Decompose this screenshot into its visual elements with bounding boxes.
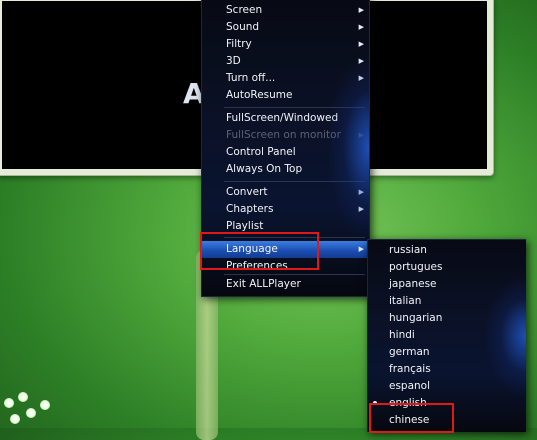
menu-item-3d[interactable]: 3D ▶ (202, 53, 369, 70)
menu-item-label: Sound (226, 21, 260, 33)
language-label: français (389, 363, 431, 375)
menu-item-turn-off[interactable]: Turn off... ▶ (202, 70, 369, 87)
menu-item-fullscreen-windowed[interactable]: FullScreen/Windowed (202, 110, 369, 127)
menu-item-autoresume[interactable]: AutoResume (202, 87, 369, 104)
selected-bullet-icon (373, 401, 377, 405)
menu-item-label: 3D (226, 55, 241, 67)
submenu-arrow-icon: ▶ (358, 57, 364, 65)
language-item-portugues[interactable]: portugues (368, 259, 526, 276)
language-submenu: russian portugues japanese italian hunga… (367, 239, 526, 432)
menu-item-label: Turn off... (226, 72, 276, 84)
menu-item-label: Exit ALLPlayer (226, 278, 301, 290)
menu-item-label: FullScreen on monitor (226, 129, 341, 141)
language-label: espanol (389, 380, 431, 392)
menu-item-label: Convert (226, 186, 268, 198)
menu-separator (224, 107, 365, 108)
language-label: italian (389, 295, 422, 307)
language-label: portugues (389, 261, 443, 273)
menu-item-label: AutoResume (226, 89, 293, 101)
menu-item-always-on-top[interactable]: Always On Top (202, 161, 369, 178)
language-item-japanese[interactable]: japanese (368, 276, 526, 293)
language-item-hindi[interactable]: hindi (368, 327, 526, 344)
menu-item-sound[interactable]: Sound ▶ (202, 19, 369, 36)
menu-item-filtry[interactable]: Filtry ▶ (202, 36, 369, 53)
language-label: german (389, 346, 430, 358)
language-item-francais[interactable]: français (368, 361, 526, 378)
language-label: japanese (389, 278, 437, 290)
language-item-espanol[interactable]: espanol (368, 378, 526, 395)
language-item-hungarian[interactable]: hungarian (368, 310, 526, 327)
context-menu: Screen ▶ Sound ▶ Filtry ▶ 3D ▶ Turn off.… (201, 0, 370, 297)
menu-item-label: Always On Top (226, 163, 303, 175)
menu-item-chapters[interactable]: Chapters ▶ (202, 201, 369, 218)
menu-item-label: FullScreen/Windowed (226, 112, 339, 124)
language-item-chinese[interactable]: chinese (368, 412, 526, 429)
language-item-russian[interactable]: russian (368, 242, 526, 259)
menu-item-label: Screen (226, 4, 263, 16)
wallpaper-flowers (0, 390, 80, 430)
menu-item-label: Chapters (226, 203, 274, 215)
menu-separator (224, 237, 365, 238)
menu-separator (224, 274, 365, 275)
menu-item-language[interactable]: Language ▶ (202, 241, 369, 258)
submenu-arrow-icon: ▶ (358, 188, 364, 196)
menu-item-fullscreen-on-monitor: FullScreen on monitor ▶ (202, 127, 369, 144)
menu-item-label: Filtry (226, 38, 252, 50)
language-label: english (389, 397, 427, 409)
menu-item-label: Preferences (226, 260, 288, 272)
language-item-german[interactable]: german (368, 344, 526, 361)
menu-item-label: Control Panel (226, 146, 296, 158)
submenu-arrow-icon: ▶ (358, 74, 364, 82)
language-label: hindi (389, 329, 415, 341)
menu-item-playlist[interactable]: Playlist (202, 218, 369, 235)
menu-item-preferences[interactable]: Preferences (202, 258, 369, 275)
language-label: chinese (389, 414, 430, 426)
menu-item-exit[interactable]: Exit ALLPlayer (202, 276, 369, 293)
submenu-arrow-icon: ▶ (358, 6, 364, 14)
submenu-arrow-icon: ▶ (358, 23, 364, 31)
language-label: hungarian (389, 312, 443, 324)
submenu-arrow-icon: ▶ (358, 205, 364, 213)
submenu-arrow-icon: ▶ (358, 131, 364, 139)
menu-item-label: Language (226, 243, 278, 255)
menu-item-convert[interactable]: Convert ▶ (202, 184, 369, 201)
menu-item-screen[interactable]: Screen ▶ (202, 2, 369, 19)
menu-item-label: Playlist (226, 220, 264, 232)
menu-item-control-panel[interactable]: Control Panel (202, 144, 369, 161)
language-item-english[interactable]: english (368, 395, 526, 412)
submenu-arrow-icon: ▶ (358, 245, 364, 253)
language-label: russian (389, 244, 427, 256)
submenu-arrow-icon: ▶ (358, 40, 364, 48)
menu-separator (224, 181, 365, 182)
language-item-italian[interactable]: italian (368, 293, 526, 310)
